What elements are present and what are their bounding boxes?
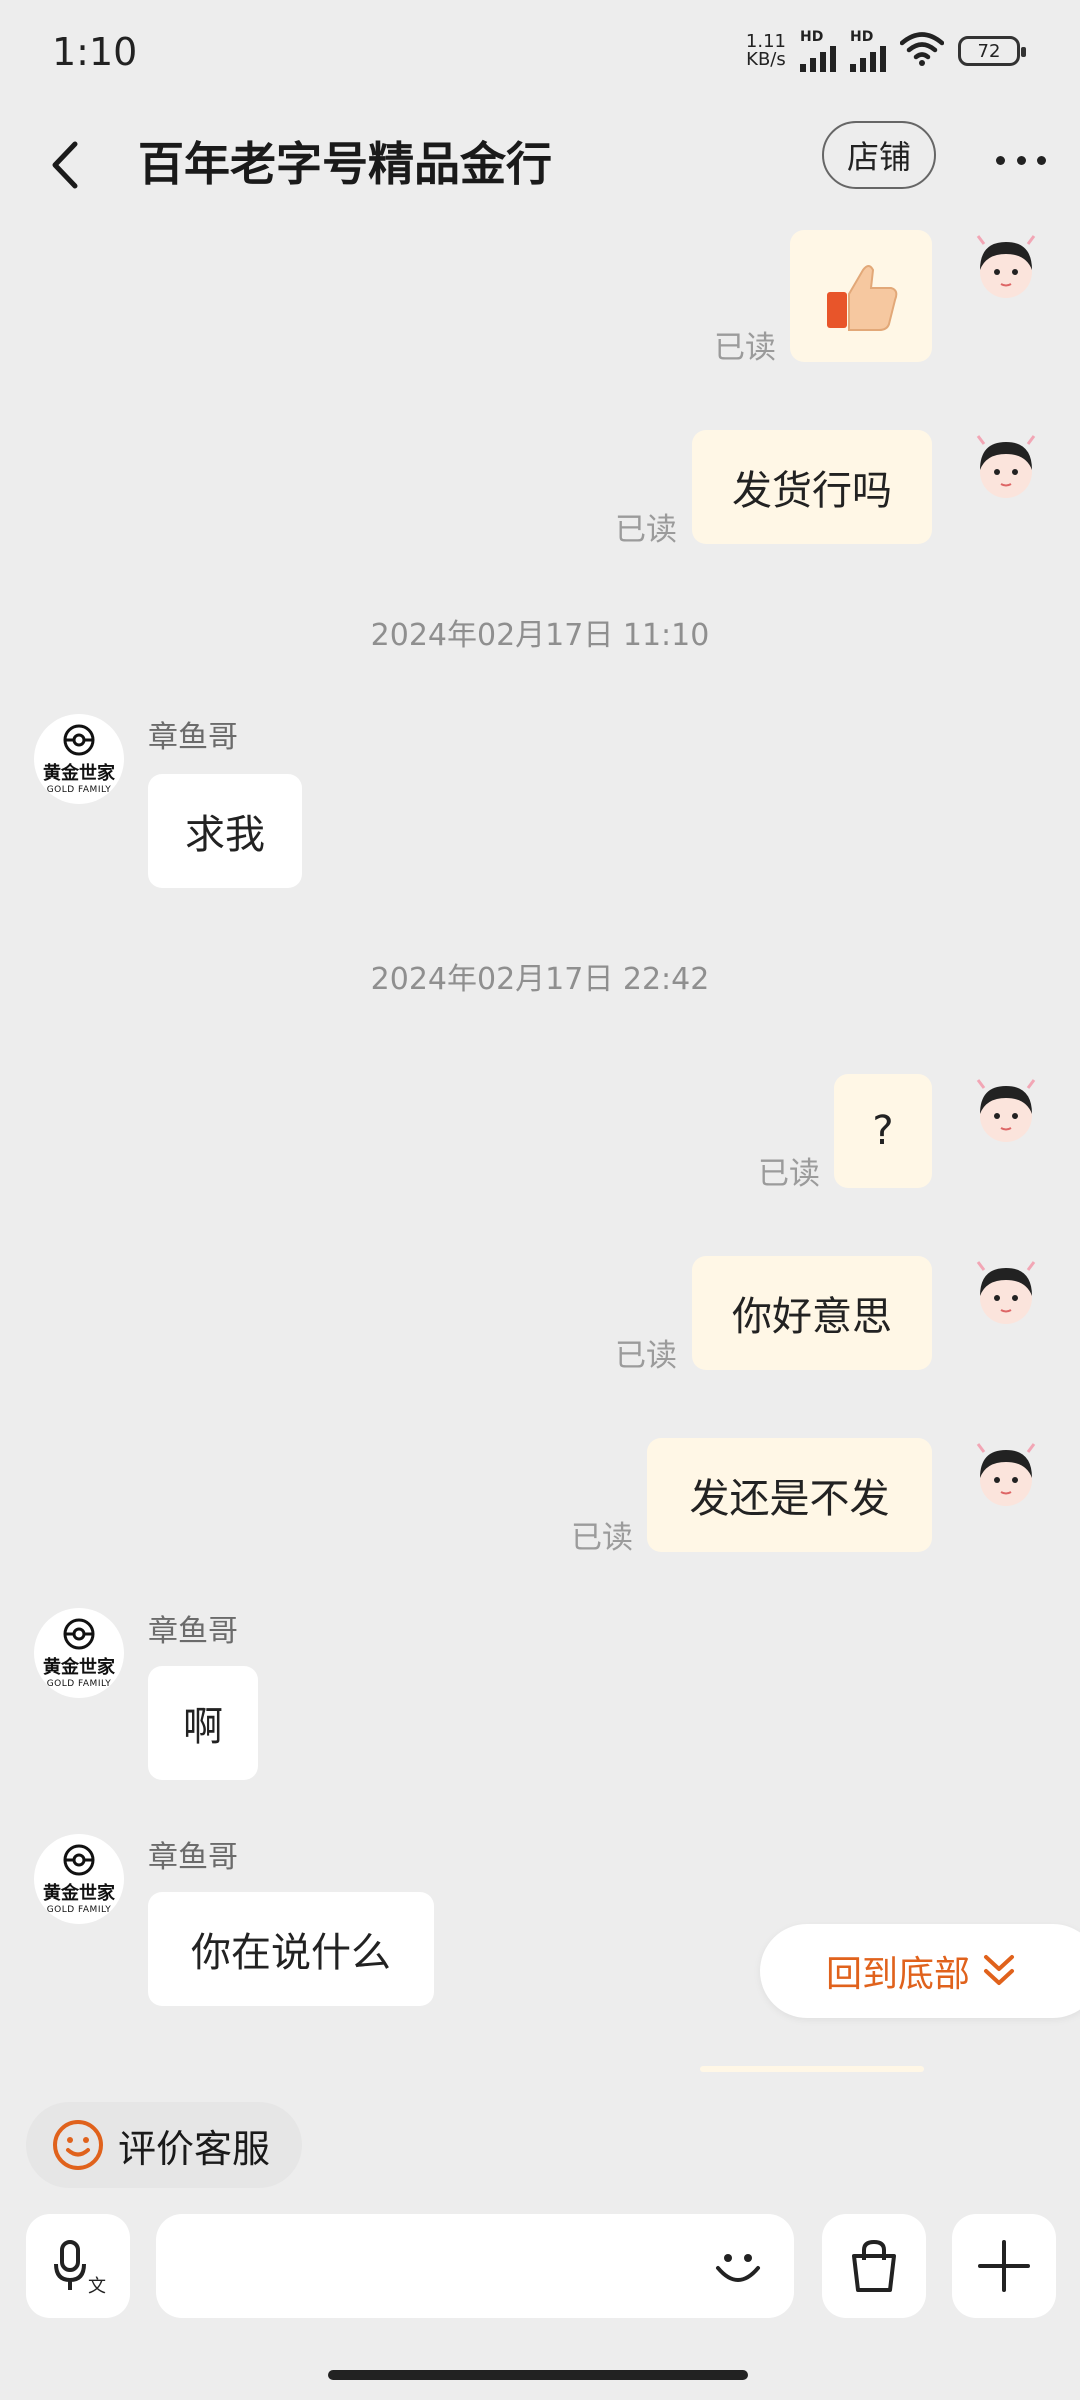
status-time: 1:10 bbox=[52, 30, 138, 74]
message-bubble[interactable]: 发还是不发 bbox=[647, 1438, 932, 1552]
voice-to-text-button[interactable]: 文 bbox=[26, 2214, 130, 2318]
message-bubble[interactable]: 你好意思 bbox=[692, 1256, 932, 1370]
plus-button[interactable] bbox=[952, 2214, 1056, 2318]
signal-1-icon: HD bbox=[800, 30, 836, 72]
input-bar: 文 bbox=[0, 2205, 1080, 2335]
more-icon[interactable] bbox=[996, 140, 1046, 180]
partial-message-bubble bbox=[700, 2066, 924, 2072]
message-bubble[interactable]: ? bbox=[834, 1074, 932, 1188]
my-avatar[interactable] bbox=[966, 428, 1046, 508]
sender-name: 章鱼哥 bbox=[148, 1614, 238, 1649]
net-speed-unit: KB/s bbox=[746, 49, 786, 70]
battery-level: 72 bbox=[977, 40, 1001, 62]
net-speed: 1.11 KB/s bbox=[746, 33, 786, 69]
shop-avatar-en: GOLD FAMILY bbox=[46, 1905, 112, 1915]
read-receipt: 已读 bbox=[758, 1156, 820, 1192]
shop-avatar[interactable]: 黄金世家 GOLD FAMILY bbox=[34, 714, 124, 804]
shop-avatar-en: GOLD FAMILY bbox=[46, 785, 112, 795]
chat-header: 百年老字号精品金行 店铺 bbox=[0, 110, 1080, 240]
rate-service-button[interactable]: 评价客服 bbox=[26, 2102, 302, 2188]
home-indicator[interactable] bbox=[328, 2370, 748, 2380]
message-bubble[interactable]: 啊 bbox=[148, 1666, 258, 1780]
shopping-bag-icon bbox=[852, 2239, 896, 2292]
message-input-container[interactable] bbox=[156, 2214, 794, 2320]
read-receipt: 已读 bbox=[571, 1520, 633, 1556]
back-to-bottom-button[interactable]: 回到底部 bbox=[760, 1924, 1080, 2018]
my-avatar[interactable] bbox=[966, 1072, 1046, 1152]
sender-name: 章鱼哥 bbox=[148, 1840, 238, 1875]
voice-to-text-icon: 文 bbox=[54, 2240, 106, 2296]
chevron-double-down-icon bbox=[984, 1955, 1015, 1985]
message-input[interactable] bbox=[180, 2214, 704, 2320]
message-bubble[interactable]: 发货行吗 bbox=[692, 430, 932, 544]
read-receipt: 已读 bbox=[615, 512, 677, 548]
my-avatar[interactable] bbox=[966, 1436, 1046, 1516]
shop-avatar[interactable]: 黄金世家 GOLD FAMILY bbox=[34, 1608, 124, 1698]
status-bar: 1:10 1.11 KB/s HD HD 72 bbox=[0, 0, 1080, 110]
read-receipt: 已读 bbox=[615, 1338, 677, 1374]
read-receipt: 已读 bbox=[714, 330, 776, 366]
smile-icon bbox=[53, 2120, 103, 2170]
shop-button[interactable]: 店铺 bbox=[822, 121, 936, 189]
page-title: 百年老字号精品金行 bbox=[138, 137, 552, 191]
rate-service-label: 评价客服 bbox=[118, 2126, 271, 2171]
sim2-hd-label: HD bbox=[850, 29, 874, 45]
thumbs-up-icon bbox=[827, 265, 898, 331]
shop-avatar-cn: 黄金世家 bbox=[43, 1657, 115, 1678]
shop-avatar[interactable]: 黄金世家 GOLD FAMILY bbox=[34, 1834, 124, 1924]
shopping-bag-button[interactable] bbox=[822, 2214, 926, 2318]
my-avatar[interactable] bbox=[966, 228, 1046, 308]
svg-text:文: 文 bbox=[88, 2276, 106, 2296]
my-avatar[interactable] bbox=[966, 1254, 1046, 1334]
message-bubble-emoji[interactable] bbox=[790, 230, 932, 362]
message-timestamp: 2024年02月17日 22:42 bbox=[370, 962, 710, 997]
plus-icon bbox=[978, 2240, 1030, 2292]
wifi-icon bbox=[899, 32, 945, 70]
shop-avatar-cn: 黄金世家 bbox=[43, 1883, 115, 1904]
sim1-hd-label: HD bbox=[800, 29, 824, 45]
message-bubble[interactable]: 求我 bbox=[148, 774, 302, 888]
message-bubble[interactable]: 你在说什么 bbox=[148, 1892, 434, 2006]
sender-name: 章鱼哥 bbox=[148, 720, 238, 755]
shop-avatar-en: GOLD FAMILY bbox=[46, 1679, 112, 1689]
message-timestamp: 2024年02月17日 11:10 bbox=[370, 618, 710, 653]
signal-2-icon: HD bbox=[850, 30, 886, 72]
back-to-bottom-label: 回到底部 bbox=[826, 1954, 971, 1995]
emoji-icon[interactable] bbox=[708, 2236, 768, 2296]
status-icons: 1.11 KB/s HD HD 72 bbox=[746, 30, 1026, 72]
shop-avatar-cn: 黄金世家 bbox=[43, 763, 115, 784]
back-arrow-icon[interactable] bbox=[40, 130, 90, 200]
battery-icon: 72 bbox=[958, 36, 1026, 66]
